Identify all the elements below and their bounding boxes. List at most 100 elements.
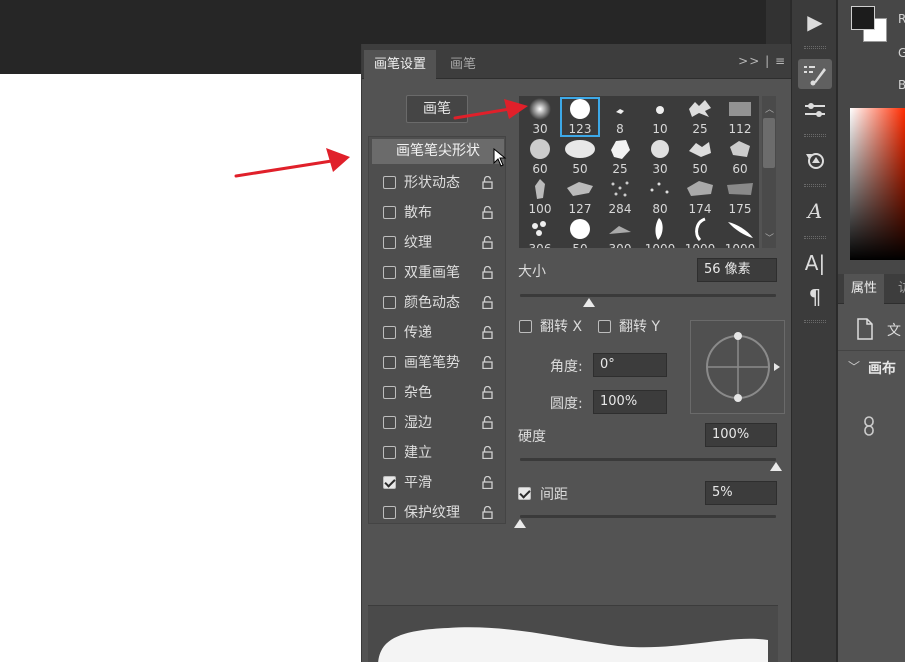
size-field[interactable]: 56 像素 (697, 258, 777, 282)
tab-properties[interactable]: 属性 (844, 274, 885, 304)
brush-preset-size: 100 (528, 202, 552, 216)
lock-icon[interactable] (482, 506, 493, 519)
brush-preset-size: 1000 (640, 242, 680, 248)
paragraph-icon[interactable]: ¶ (798, 282, 832, 312)
brush-preset[interactable]: 50 (560, 137, 600, 177)
tab-brush[interactable]: 画笔 (440, 50, 486, 79)
preview-stroke (378, 627, 768, 662)
spacing-field[interactable]: 5% (705, 481, 777, 505)
lock-icon[interactable] (482, 476, 493, 489)
tab-brush-settings[interactable]: 画笔设置 (364, 50, 437, 79)
foreground-color-swatch[interactable] (851, 6, 875, 30)
brush-preset[interactable]: 300 (600, 217, 640, 248)
brush-preset[interactable]: 25 (600, 137, 640, 177)
option-checkbox[interactable] (383, 506, 396, 519)
option-row[interactable]: 颜色动态 (369, 287, 505, 317)
tab-second[interactable]: 访 (898, 274, 905, 304)
option-checkbox[interactable] (383, 266, 396, 279)
brush-preset[interactable]: 1000 (680, 217, 720, 248)
brush-preset[interactable]: 60 (720, 137, 759, 177)
option-checkbox[interactable] (383, 326, 396, 339)
brush-preset-grid[interactable]: 30 123 8 10 25 112 60 50 25 30 50 60 100 127 284 80 174 1… (519, 96, 759, 248)
brush-preset[interactable]: 112 (720, 97, 759, 137)
roundness-field[interactable]: 100% (593, 390, 667, 414)
lock-icon[interactable] (482, 446, 493, 459)
brush-tip-icon (569, 98, 591, 124)
option-checkbox[interactable] (383, 416, 396, 429)
brush-preset[interactable]: 100 (520, 177, 560, 217)
panel-menu-icon[interactable]: >> | ≡ (738, 54, 786, 68)
option-row[interactable]: 平滑 (369, 467, 505, 497)
brush-preset[interactable]: 80 (640, 177, 680, 217)
lock-icon[interactable] (482, 326, 493, 339)
brush-preset[interactable]: 50 (560, 217, 600, 248)
brush-preset[interactable]: 1000 (640, 217, 680, 248)
lock-icon[interactable] (482, 296, 493, 309)
annotation-arrow-left (234, 148, 350, 178)
size-slider[interactable] (520, 294, 776, 297)
brush-preset[interactable]: 306 (520, 217, 560, 248)
spacing-checkbox[interactable] (518, 487, 531, 500)
brush-preset-size: 50 (692, 162, 708, 176)
size-slider-thumb[interactable] (583, 298, 596, 307)
option-row[interactable]: 双重画笔 (369, 257, 505, 287)
lock-icon[interactable] (482, 356, 493, 369)
spacing-slider-thumb[interactable] (514, 519, 526, 528)
option-row[interactable]: 纹理 (369, 227, 505, 257)
angle-roundness-dial[interactable] (691, 321, 784, 413)
lock-icon[interactable] (482, 416, 493, 429)
option-row[interactable]: 保护纹理 (369, 497, 505, 527)
hardness-slider[interactable] (520, 458, 776, 461)
option-row[interactable]: 建立 (369, 437, 505, 467)
option-checkbox[interactable] (383, 446, 396, 459)
brush-preset[interactable]: 50 (680, 137, 720, 177)
history-icon[interactable] (798, 145, 832, 175)
angle-field[interactable]: 0° (593, 353, 667, 377)
play-icon[interactable]: ▶ (798, 7, 832, 37)
brush-preset[interactable]: 123 (560, 97, 600, 137)
character-icon[interactable]: A| (798, 248, 832, 278)
brush-panel-icon[interactable] (798, 59, 832, 89)
hardness-slider-thumb[interactable] (770, 462, 782, 471)
lock-icon[interactable] (482, 386, 493, 399)
option-row[interactable]: 湿边 (369, 407, 505, 437)
option-row[interactable]: 杂色 (369, 377, 505, 407)
hardness-field[interactable]: 100% (705, 423, 777, 447)
link-icon[interactable] (862, 416, 876, 436)
option-row[interactable]: 传递 (369, 317, 505, 347)
option-checkbox[interactable] (383, 476, 396, 489)
lock-icon[interactable] (482, 176, 493, 189)
adjust-icon[interactable] (798, 95, 832, 125)
brush-preset[interactable]: 174 (680, 177, 720, 217)
option-row[interactable]: 形状动态 (369, 167, 505, 197)
option-checkbox[interactable] (383, 236, 396, 249)
brush-preset[interactable]: 175 (720, 177, 759, 217)
chevron-down-icon[interactable]: ﹀ (848, 358, 860, 375)
lock-icon[interactable] (482, 266, 493, 279)
flip-y-checkbox[interactable] (598, 320, 611, 333)
color-spectrum[interactable] (850, 108, 905, 260)
option-row[interactable]: 画笔笔势 (369, 347, 505, 377)
brush-preset[interactable]: 8 (600, 97, 640, 137)
brush-preset[interactable]: 284 (600, 177, 640, 217)
option-row[interactable]: 散布 (369, 197, 505, 227)
preset-scroll-thumb[interactable] (763, 118, 775, 168)
option-checkbox[interactable] (383, 206, 396, 219)
brush-preset[interactable]: 1000 (720, 217, 759, 248)
glyph-icon[interactable]: A (798, 196, 832, 226)
brush-preset[interactable]: 10 (640, 97, 680, 137)
option-checkbox[interactable] (383, 296, 396, 309)
option-checkbox[interactable] (383, 386, 396, 399)
brush-preset[interactable]: 60 (520, 137, 560, 177)
brush-angle-widget[interactable] (690, 320, 785, 414)
brush-preset[interactable]: 127 (560, 177, 600, 217)
option-checkbox[interactable] (383, 176, 396, 189)
lock-icon[interactable] (482, 236, 493, 249)
flip-x-checkbox[interactable] (519, 320, 532, 333)
brush-preset[interactable]: 30 (640, 137, 680, 177)
lock-icon[interactable] (482, 206, 493, 219)
option-checkbox[interactable] (383, 356, 396, 369)
brush-preset[interactable]: 25 (680, 97, 720, 137)
brush-tip-shape-item[interactable]: 画笔笔尖形状 (372, 139, 504, 164)
spacing-slider[interactable] (520, 515, 776, 518)
